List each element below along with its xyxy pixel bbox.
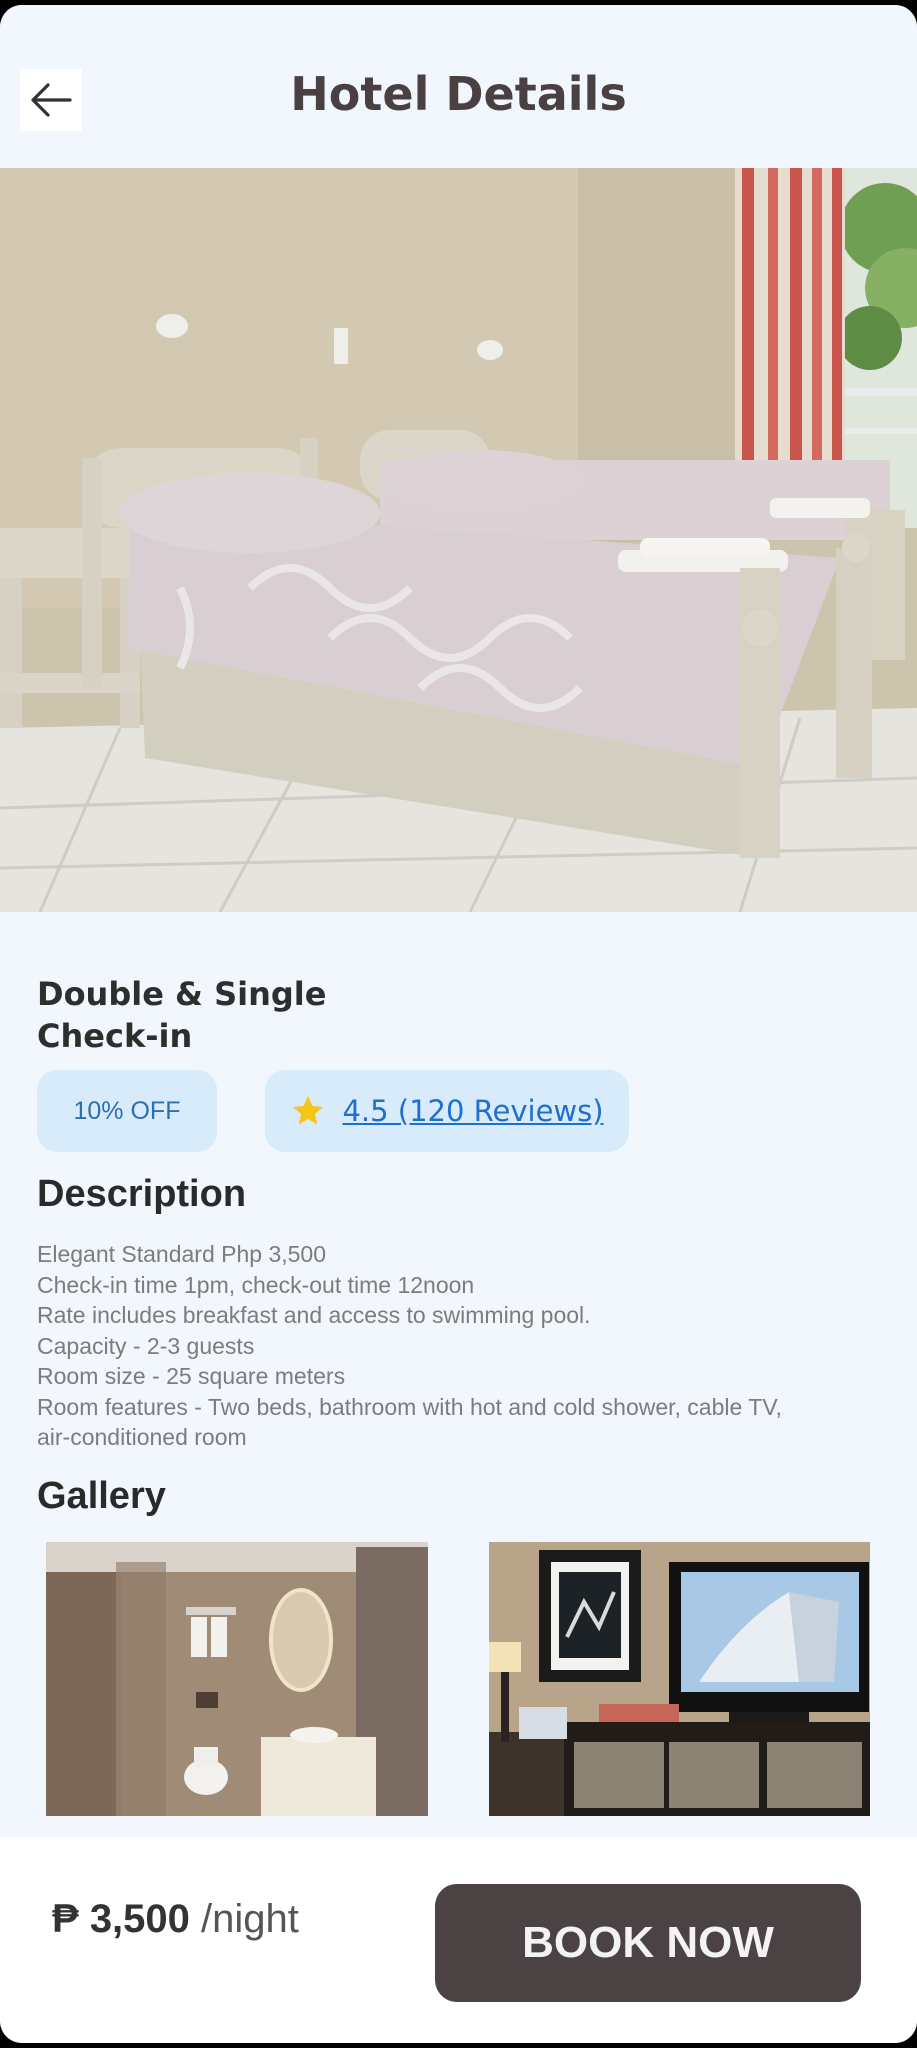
page-title: Hotel Details <box>290 67 627 121</box>
description-line: Check-in time 1pm, check-out time 12noon <box>37 1271 475 1298</box>
book-now-button[interactable]: BOOK NOW <box>435 1884 861 2002</box>
star-icon <box>290 1093 326 1129</box>
booking-bar: ₱ 3,500 /night BOOK NOW <box>0 1837 917 2043</box>
description-line: Elegant Standard Php 3,500 <box>37 1241 327 1267</box>
currency-symbol: ₱ <box>52 1897 79 1941</box>
header: Hotel Details <box>0 5 917 168</box>
discount-badge: 10% OFF <box>37 1070 217 1152</box>
price-amount: 3,500 <box>89 1897 190 1941</box>
gallery-heading: Gallery <box>37 1475 166 1517</box>
description-line: Room features - Two beds, bathroom with … <box>37 1393 782 1420</box>
description-line: Rate includes breakfast and access to sw… <box>37 1302 591 1328</box>
price: ₱ 3,500 /night <box>52 1897 299 1942</box>
gallery-image-tv-room[interactable] <box>489 1542 870 1816</box>
description-line: air-conditioned room <box>37 1424 247 1450</box>
room-name-line2: Check-in <box>37 1017 193 1055</box>
app-screen: Hotel Details Double & Single Check-in 1… <box>0 5 917 2043</box>
rating-chip[interactable]: 4.5 (120 Reviews) <box>265 1070 629 1152</box>
room-name: Double & Single Check-in <box>37 973 437 1057</box>
gallery-image-bathroom[interactable] <box>46 1542 428 1816</box>
description-line: Capacity - 2-3 guests <box>37 1332 255 1359</box>
description-heading: Description <box>37 1173 247 1215</box>
reviews-link[interactable]: 4.5 (120 Reviews) <box>342 1094 603 1128</box>
price-unit: /night <box>201 1897 299 1941</box>
room-name-line1: Double & Single <box>37 975 327 1013</box>
description-text: Elegant Standard Php 3,500 Check-in time… <box>37 1239 887 1453</box>
description-line: Room size - 25 square meters <box>37 1363 346 1389</box>
hotel-room-photo <box>0 168 917 912</box>
